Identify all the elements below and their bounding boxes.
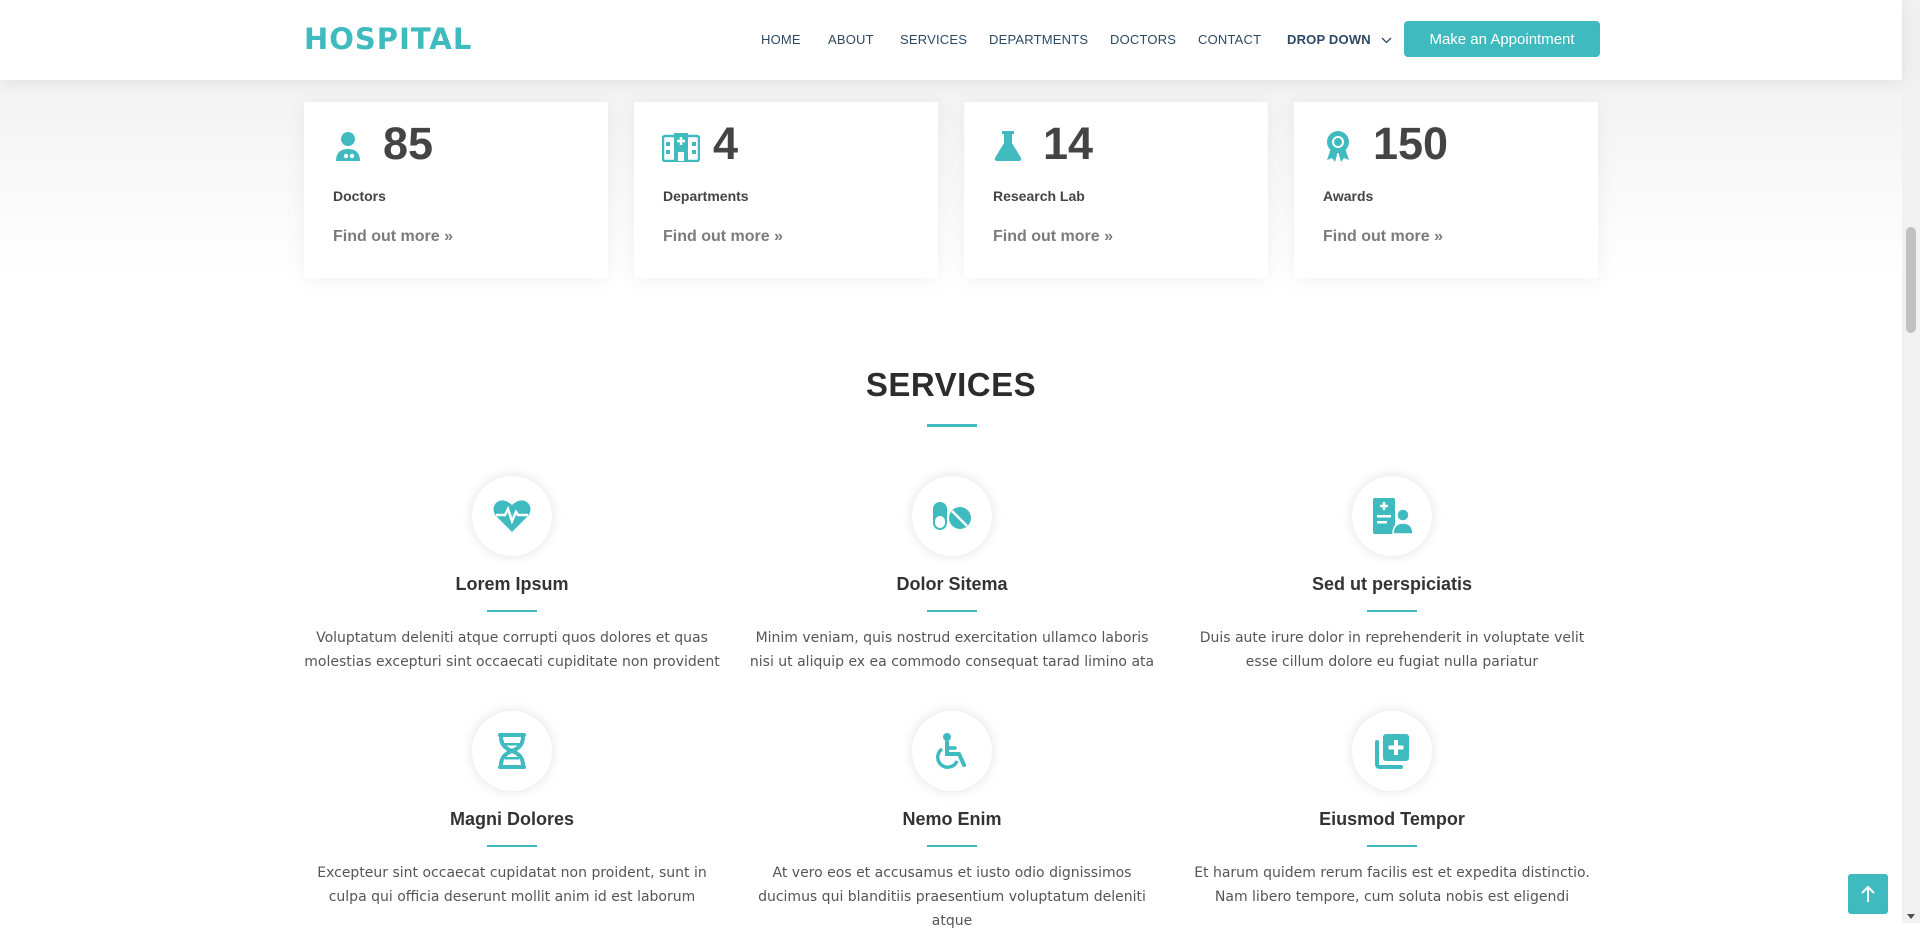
service-icon-wrap — [1352, 476, 1432, 556]
stat-value: 14 — [1043, 118, 1094, 169]
service-title[interactable]: Magni Dolores — [302, 809, 722, 830]
stats-section — [0, 80, 1902, 280]
stat-card-doctors: 85 Doctors Find out more » — [304, 102, 608, 278]
service-icon-wrap — [472, 476, 552, 556]
dna-icon — [498, 733, 526, 769]
stat-card-research-lab: 14 Research Lab Find out more » — [964, 102, 1268, 278]
doctor-icon — [336, 132, 360, 161]
nav-home[interactable]: HOME — [761, 32, 801, 47]
service-title[interactable]: Nemo Enim — [742, 809, 1162, 830]
medical-staff-icon — [1373, 498, 1413, 534]
service-title[interactable]: Sed ut perspiciatis — [1182, 574, 1602, 595]
stat-card-departments: 4 Departments Find out more » — [634, 102, 938, 278]
make-appointment-button[interactable]: Make an Appointment — [1404, 21, 1600, 57]
service-description: Excepteur sint occaecat cupidatat non pr… — [317, 865, 707, 905]
heartbeat-icon — [493, 500, 531, 532]
scroll-down-arrow-icon[interactable] — [1907, 914, 1915, 919]
pills-icon — [933, 502, 971, 530]
arrow-up-icon — [1861, 885, 1875, 902]
service-icon-wrap — [1352, 711, 1432, 791]
nav-departments[interactable]: DEPARTMENTS — [989, 32, 1088, 47]
service-underline — [487, 610, 537, 612]
logo[interactable]: HOSPITAL — [304, 22, 472, 56]
stat-label: Departments — [663, 188, 749, 204]
stat-value: 85 — [383, 118, 434, 169]
scrollbar[interactable] — [1902, 0, 1920, 923]
back-to-top-button[interactable] — [1848, 874, 1888, 914]
stat-label: Awards — [1323, 188, 1374, 204]
service-icon-wrap — [472, 711, 552, 791]
service-description: Duis aute irure dolor in reprehenderit i… — [1199, 630, 1585, 670]
find-out-more-link[interactable]: Find out more » — [1323, 228, 1443, 246]
title-underline — [927, 424, 977, 427]
find-out-more-link[interactable]: Find out more » — [333, 228, 453, 246]
service-underline — [1367, 610, 1417, 612]
service-underline — [927, 845, 977, 847]
section-title: SERVICES — [865, 366, 1037, 403]
service-description: Minim veniam, quis nostrud exercitation … — [749, 630, 1155, 670]
stat-label: Doctors — [333, 188, 386, 204]
service-icon-wrap — [912, 711, 992, 791]
find-out-more-link[interactable]: Find out more » — [663, 228, 783, 246]
nav-about[interactable]: ABOUT — [828, 32, 874, 47]
nav-doctors[interactable]: DOCTORS — [1110, 32, 1176, 47]
service-title[interactable]: Eiusmod Tempor — [1182, 809, 1602, 830]
service-underline — [487, 845, 537, 847]
site-header: HOSPITAL HOME ABOUT SERVICES DEPARTMENTS… — [0, 0, 1902, 80]
stat-label: Research Lab — [993, 188, 1085, 204]
stat-card-awards: 150 Awards Find out more » — [1294, 102, 1598, 278]
find-out-more-link[interactable]: Find out more » — [993, 228, 1113, 246]
nav-dropdown[interactable]: DROP DOWN — [1287, 32, 1392, 47]
wheelchair-icon — [936, 733, 966, 769]
chevron-down-icon — [1381, 37, 1392, 44]
notes-medical-icon — [1375, 734, 1409, 769]
service-title[interactable]: Lorem Ipsum — [302, 574, 722, 595]
stat-value: 150 — [1373, 118, 1449, 169]
service-description: At vero eos et accusamus et iusto odio d… — [758, 865, 1146, 929]
stat-value: 4 — [713, 118, 739, 169]
hospital-icon — [662, 133, 700, 162]
nav-services[interactable]: SERVICES — [900, 32, 967, 47]
scrollbar-thumb[interactable] — [1906, 227, 1916, 333]
nav-contact[interactable]: CONTACT — [1198, 32, 1261, 47]
service-description: Et harum quidem rerum facilis est et exp… — [1194, 865, 1590, 905]
award-icon — [1327, 131, 1349, 162]
nav-dropdown-label: DROP DOWN — [1287, 32, 1371, 47]
service-description: Voluptatum deleniti atque corrupti quos … — [304, 630, 720, 670]
service-underline — [1367, 845, 1417, 847]
service-title[interactable]: Dolor Sitema — [742, 574, 1162, 595]
service-underline — [927, 610, 977, 612]
flask-icon — [994, 131, 1022, 161]
service-icon-wrap — [912, 476, 992, 556]
